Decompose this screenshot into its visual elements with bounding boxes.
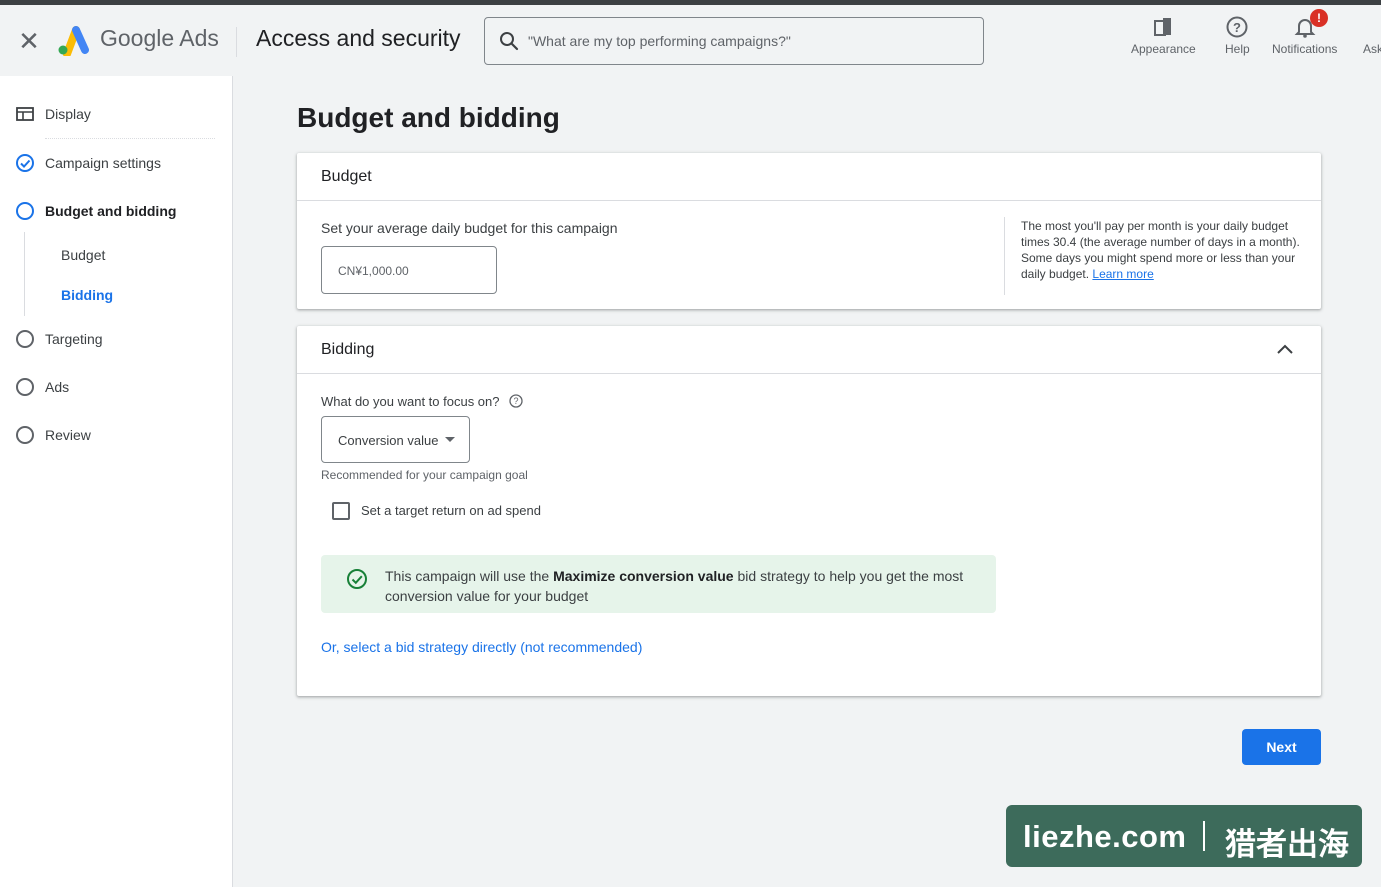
close-icon[interactable]: ✕ — [16, 28, 42, 54]
appearance-button[interactable]: Appearance — [1131, 15, 1196, 56]
notifications-label: Notifications — [1272, 42, 1338, 56]
target-roas-label[interactable]: Set a target return on ad spend — [361, 503, 541, 518]
budget-help-body: The most you'll pay per month is your da… — [1021, 219, 1300, 281]
sidebar-item-label: Budget and bidding — [45, 203, 177, 219]
info-prefix: This campaign will use the — [385, 568, 554, 584]
bidding-heading: Bidding — [297, 326, 1321, 374]
appearance-icon — [1154, 18, 1172, 36]
budget-heading: Budget — [297, 153, 1321, 201]
select-bid-strategy-link[interactable]: Or, select a bid strategy directly (not … — [321, 639, 642, 655]
sidebar-item-ads[interactable]: Ads — [15, 375, 69, 399]
circle-icon — [16, 426, 34, 444]
app-name: Google Ads — [100, 25, 219, 51]
watermark-divider — [1203, 821, 1205, 851]
sidebar-item-label: Targeting — [45, 331, 103, 347]
next-button[interactable]: Next — [1242, 729, 1321, 765]
sidebar-item-label: Display — [45, 106, 91, 122]
budget-label: Set your average daily budget for this c… — [321, 220, 618, 236]
search-placeholder: "What are my top performing campaigns?" — [528, 33, 791, 49]
help-icon: ? — [1226, 16, 1248, 38]
focus-question-text: What do you want to focus on? — [321, 393, 500, 409]
page-title: Budget and bidding — [297, 102, 560, 133]
ask-button[interactable]: Ask — [1363, 15, 1381, 56]
chevron-up-icon[interactable] — [1275, 340, 1295, 360]
sidebar-item-targeting[interactable]: Targeting — [15, 327, 103, 351]
watermark: liezhe.com 猎者出海 — [1006, 805, 1362, 867]
svg-text:?: ? — [1233, 20, 1241, 35]
strategy-info-box: This campaign will use the Maximize conv… — [321, 555, 996, 613]
sidebar-item-label: Campaign settings — [45, 155, 161, 171]
subnav-item-budget[interactable]: Budget — [61, 247, 105, 263]
display-icon — [16, 107, 34, 121]
focus-dropdown-value: Conversion value — [338, 433, 439, 448]
check-circle-icon — [347, 569, 367, 589]
header-divider — [236, 27, 237, 57]
dropdown-arrow-icon — [445, 437, 455, 442]
subnav-line — [24, 232, 25, 316]
subnav-item-bidding[interactable]: Bidding — [61, 287, 113, 303]
google-ads-logo — [58, 26, 89, 56]
divider — [45, 138, 215, 139]
target-roas-checkbox[interactable] — [332, 502, 350, 520]
help-circle-icon[interactable]: ? — [508, 393, 524, 409]
sidebar-item-label: Review — [45, 427, 91, 443]
help-button[interactable]: ? Help — [1225, 15, 1250, 56]
learn-more-link[interactable]: Learn more — [1092, 267, 1153, 281]
bidding-card: Bidding What do you want to focus on? ? … — [297, 326, 1321, 696]
recommended-note: Recommended for your campaign goal — [321, 468, 528, 482]
strategy-info-text: This campaign will use the Maximize conv… — [385, 566, 965, 606]
circle-icon — [16, 202, 34, 220]
budget-input[interactable]: CN¥1,000.00 — [321, 246, 497, 294]
budget-help-text: The most you'll pay per month is your da… — [1021, 218, 1301, 282]
sidebar-item-display[interactable]: Display — [15, 102, 91, 126]
sidebar-item-campaign-settings[interactable]: Campaign settings — [15, 151, 161, 175]
appearance-label: Appearance — [1131, 42, 1196, 56]
focus-question: What do you want to focus on? ? — [321, 393, 524, 409]
check-circle-icon — [16, 154, 34, 172]
sidebar: Display Campaign settings Budget and bid… — [0, 76, 233, 887]
sidebar-item-review[interactable]: Review — [15, 423, 91, 447]
info-strategy: Maximize conversion value — [553, 568, 734, 584]
ask-label: Ask — [1363, 42, 1381, 56]
notification-badge: ! — [1310, 9, 1328, 27]
watermark-site: liezhe.com — [1023, 819, 1187, 854]
app-header: ✕ Google Ads Access and security "What a… — [0, 5, 1381, 76]
aside-divider — [1004, 217, 1005, 295]
help-label: Help — [1225, 42, 1250, 56]
focus-dropdown[interactable]: Conversion value — [321, 416, 470, 463]
search-icon — [500, 32, 519, 51]
search-box[interactable]: "What are my top performing campaigns?" — [484, 17, 984, 65]
circle-icon — [16, 378, 34, 396]
sidebar-item-budget-and-bidding[interactable]: Budget and bidding — [15, 199, 176, 223]
watermark-cn: 猎者出海 — [1225, 827, 1349, 862]
svg-text:?: ? — [513, 396, 518, 406]
budget-card: Budget Set your average daily budget for… — [297, 153, 1321, 309]
circle-icon — [16, 330, 34, 348]
section-title: Access and security — [256, 25, 461, 51]
notifications-button[interactable]: ! Notifications — [1272, 9, 1338, 56]
sidebar-item-label: Ads — [45, 379, 70, 395]
